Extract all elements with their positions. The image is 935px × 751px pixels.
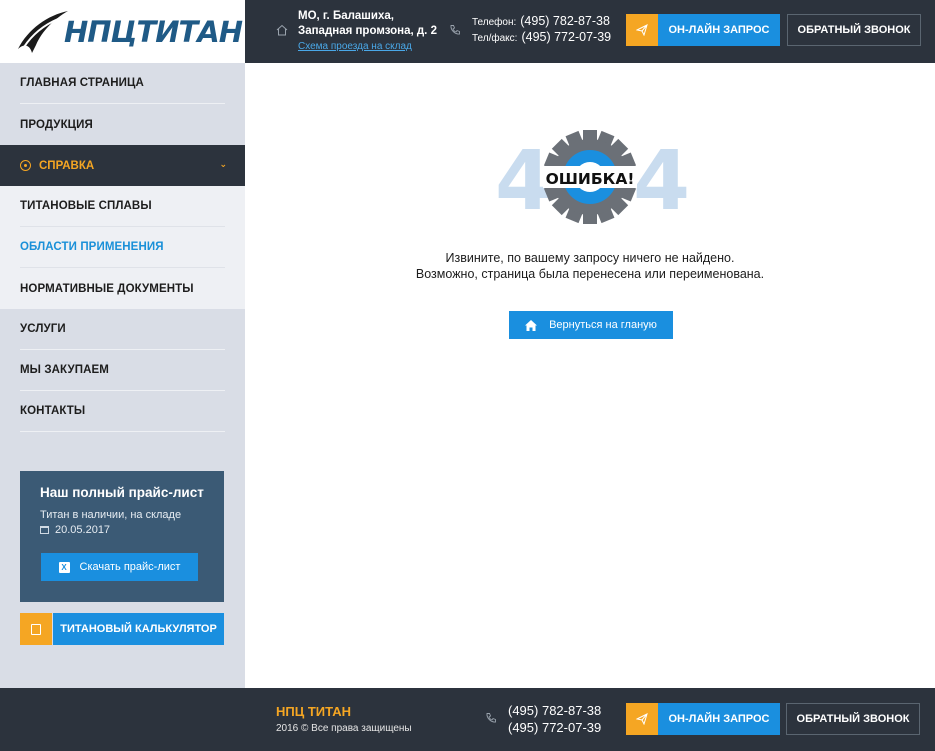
nav-item-label: ГЛАВНАЯ СТРАНИЦА bbox=[20, 77, 144, 89]
submenu: ТИТАНОВЫЕ СПЛАВЫ ОБЛАСТИ ПРИМЕНЕНИЯ НОРМ… bbox=[0, 186, 245, 309]
callback-button[interactable]: ОБРАТНЫЙ ЗВОНОК bbox=[787, 14, 921, 46]
error-404-graphic: 4 4 ОШИБКА! bbox=[495, 130, 687, 225]
fax-label: Тел/факс: bbox=[472, 33, 518, 44]
footer-phones: (495) 782-87-38 (495) 772-07-39 bbox=[508, 702, 601, 736]
address: МО, г. Балашиха, Западная промзона, д. 2… bbox=[298, 9, 437, 54]
titanium-calculator-button[interactable]: ТИТАНОВЫЙ КАЛЬКУЛЯТОР bbox=[20, 613, 224, 645]
paper-plane-icon bbox=[626, 703, 658, 735]
nav-item-label: КОНТАКТЫ bbox=[20, 405, 86, 417]
download-price-list-button[interactable]: X Скачать прайс-лист bbox=[41, 553, 198, 581]
excel-icon: X bbox=[58, 561, 70, 573]
subnav-item-titanium-alloys[interactable]: ТИТАНОВЫЕ СПЛАВЫ bbox=[20, 186, 225, 227]
footer-left-panel bbox=[0, 688, 245, 751]
price-list-box: Наш полный прайс-лист Титан в наличии, н… bbox=[20, 471, 224, 602]
subnav-item-applications[interactable]: ОБЛАСТИ ПРИМЕНЕНИЯ bbox=[20, 227, 225, 268]
subnav-item-label: НОРМАТИВНЫЕ ДОКУМЕНТЫ bbox=[20, 282, 194, 295]
footer-phone-1[interactable]: (495) 782-87-38 bbox=[508, 702, 601, 719]
nav-item-label: УСЛУГИ bbox=[20, 323, 66, 335]
download-price-list-label: Скачать прайс-лист bbox=[79, 561, 181, 573]
subnav-item-documents[interactable]: НОРМАТИВНЫЕ ДОКУМЕНТЫ bbox=[20, 268, 225, 309]
nav-item-contacts[interactable]: КОНТАКТЫ bbox=[20, 391, 225, 432]
nav-item-home[interactable]: ГЛАВНАЯ СТРАНИЦА bbox=[20, 63, 225, 104]
fax-number[interactable]: (495) 772-07-39 bbox=[521, 30, 611, 44]
logo-text: НПЦТИТАН bbox=[64, 14, 243, 49]
nav-item-we-buy[interactable]: МЫ ЗАКУПАЕМ bbox=[20, 350, 225, 391]
phone-icon bbox=[486, 713, 496, 723]
footer-copyright: 2016 © Все права защищены bbox=[276, 723, 412, 734]
back-home-label: Вернуться на гланую bbox=[549, 319, 657, 331]
nav-item-reference[interactable]: СПРАВКА ⌄ bbox=[0, 145, 245, 186]
nav-item-label: МЫ ЗАКУПАЕМ bbox=[20, 364, 109, 376]
error-message-line-2: Возможно, страница была перенесена или п… bbox=[415, 267, 765, 281]
phone-label: Телефон: bbox=[472, 17, 517, 28]
price-list-date: 20.05.2017 bbox=[55, 524, 111, 536]
error-badge-text: ОШИБКА! bbox=[546, 170, 635, 188]
footer-online-request-label: ОН-ЛАЙН ЗАПРОС bbox=[658, 703, 780, 735]
logo-swoosh-icon bbox=[18, 10, 68, 53]
back-home-button[interactable]: Вернуться на гланую bbox=[509, 311, 673, 339]
chevron-down-icon: ⌄ bbox=[219, 159, 227, 169]
header-phones: Телефон: (495) 782-87-38 Тел/факс: (495) 7… bbox=[472, 14, 611, 46]
price-list-subtitle: Титан в наличии, на складе bbox=[40, 509, 182, 521]
error-message-line-1: Извините, по вашему запросу ничего не на… bbox=[445, 251, 735, 265]
footer: НПЦ ТИТАН 2016 © Все права защищены (495… bbox=[0, 688, 935, 751]
phone-icon bbox=[450, 25, 460, 35]
header: МО, г. Балашиха, Западная промзона, д. 2… bbox=[245, 0, 935, 63]
price-list-date-row: 20.05.2017 bbox=[40, 524, 204, 536]
error-digit-right: 4 bbox=[633, 134, 687, 225]
nav-item-products[interactable]: ПРОДУКЦИЯ bbox=[20, 104, 225, 145]
nav-item-label: СПРАВКА bbox=[39, 159, 95, 172]
online-request-label: ОН-ЛАЙН ЗАПРОС bbox=[658, 14, 780, 46]
online-request-button[interactable]: ОН-ЛАЙН ЗАПРОС bbox=[626, 14, 780, 46]
footer-phone-2[interactable]: (495) 772-07-39 bbox=[508, 719, 601, 736]
main-content: 4 4 ОШИБКА! Извините, по вашему запросу … bbox=[245, 63, 935, 688]
logo[interactable]: НПЦТИТАН bbox=[0, 0, 245, 63]
home-icon bbox=[525, 319, 538, 331]
price-list-title: Наш полный прайс-лист bbox=[40, 485, 204, 500]
nav-item-services[interactable]: УСЛУГИ bbox=[20, 309, 225, 350]
home-icon bbox=[276, 24, 288, 36]
sidebar: НПЦТИТАН ГЛАВНАЯ СТРАНИЦА ПРОДУКЦИЯ СПРА… bbox=[0, 0, 245, 688]
titanium-calculator-label: ТИТАНОВЫЙ КАЛЬКУЛЯТОР bbox=[53, 613, 224, 645]
subnav-item-label: ОБЛАСТИ ПРИМЕНЕНИЯ bbox=[20, 241, 164, 253]
address-line-2: Западная промзона, д. 2 bbox=[298, 25, 437, 37]
nav-item-label: ПРОДУКЦИЯ bbox=[20, 118, 93, 131]
paper-plane-icon bbox=[626, 14, 658, 46]
subnav-item-label: ТИТАНОВЫЕ СПЛАВЫ bbox=[20, 200, 152, 212]
footer-brand: НПЦ ТИТАН bbox=[276, 704, 352, 719]
phone-number[interactable]: (495) 782-87-38 bbox=[520, 14, 610, 28]
calendar-icon bbox=[40, 526, 49, 534]
bullet-icon bbox=[20, 160, 31, 171]
footer-callback-button[interactable]: ОБРАТНЫЙ ЗВОНОК bbox=[786, 703, 920, 735]
footer-online-request-button[interactable]: ОН-ЛАЙН ЗАПРОС bbox=[626, 703, 780, 735]
nav-menu: ГЛАВНАЯ СТРАНИЦА ПРОДУКЦИЯ СПРАВКА ⌄ ТИТ… bbox=[0, 63, 245, 432]
address-line-1: МО, г. Балашиха, bbox=[298, 10, 394, 22]
calculator-icon bbox=[20, 613, 52, 645]
map-link[interactable]: Схема проезда на склад bbox=[298, 39, 437, 54]
